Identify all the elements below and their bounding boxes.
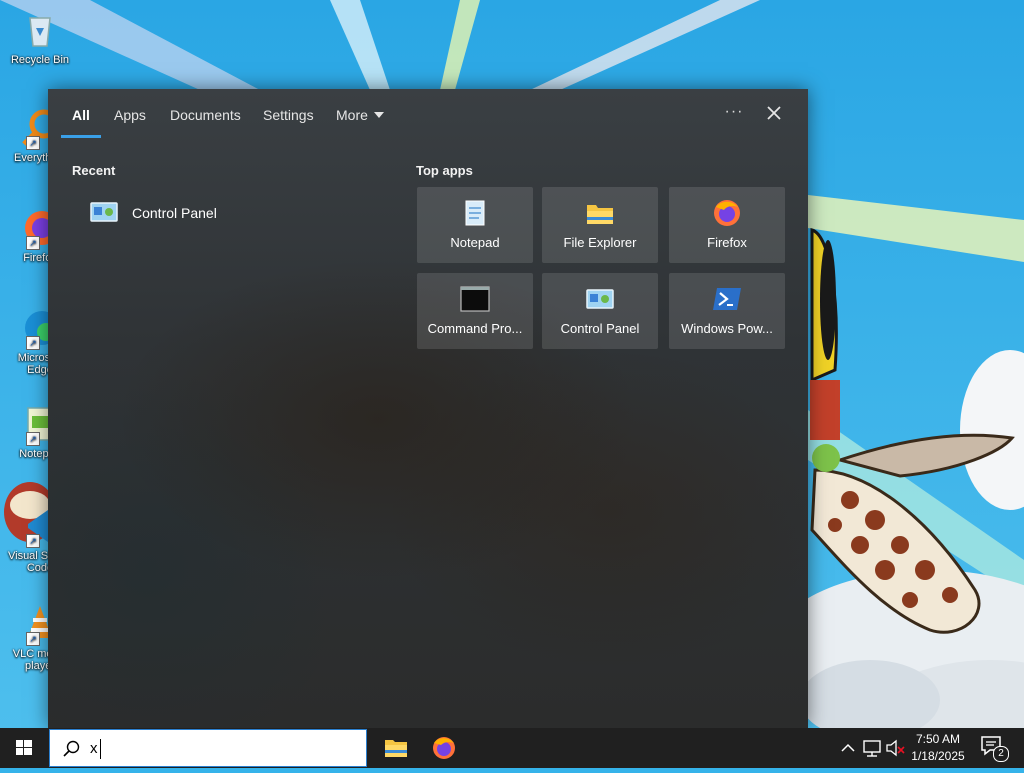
top-app-tile-notepad[interactable]: Notepad [417, 187, 533, 263]
notepad-icon [465, 200, 485, 226]
active-tab-indicator [61, 135, 101, 138]
chevron-up-icon [841, 743, 855, 752]
file-explorer-icon [587, 205, 613, 224]
more-options-button[interactable]: ··· [721, 103, 747, 125]
tile-label: Notepad [450, 235, 500, 250]
recent-item-control-panel[interactable]: Control Panel [84, 197, 384, 229]
powershell-icon [713, 288, 741, 310]
top-apps-section-title: Top apps [416, 163, 473, 178]
recent-section-title: Recent [72, 163, 116, 178]
control-panel-icon [90, 202, 118, 222]
recycle-bin-icon [20, 10, 60, 50]
firefox-icon [433, 737, 455, 759]
search-input-value: x [90, 740, 98, 757]
search-scope-tabs: All Apps Documents Settings More ··· [48, 89, 808, 139]
shortcut-arrow-icon: ↗ [26, 632, 40, 646]
start-button[interactable] [0, 728, 48, 768]
top-app-tile-control-panel[interactable]: Control Panel [542, 273, 658, 349]
tab-all[interactable]: All [72, 107, 90, 123]
network-status[interactable] [860, 728, 884, 768]
panel-backdrop [48, 89, 808, 728]
top-app-tile-file-explorer[interactable]: File Explorer [542, 187, 658, 263]
taskbar: x 7:50 AM 1/18/2025 2 [0, 728, 1024, 768]
speaker-muted-icon [886, 739, 905, 757]
chevron-down-icon [373, 112, 384, 118]
clock-time: 7:50 AM [915, 732, 961, 746]
shortcut-arrow-icon: ↗ [26, 336, 40, 350]
tab-apps[interactable]: Apps [114, 107, 146, 123]
taskbar-firefox[interactable] [420, 728, 468, 768]
command-prompt-icon [460, 286, 490, 312]
desktop-icon-label: Recycle Bin [10, 54, 70, 66]
notification-count-badge: 2 [993, 746, 1009, 762]
file-explorer-icon [385, 740, 407, 757]
firefox-icon [714, 200, 740, 226]
show-hidden-icons-button[interactable] [838, 728, 858, 768]
shortcut-arrow-icon: ↗ [26, 136, 40, 150]
tile-label: File Explorer [563, 235, 637, 250]
action-center-button[interactable]: 2 [978, 734, 1010, 762]
shortcut-arrow-icon: ↗ [26, 534, 40, 548]
shortcut-arrow-icon: ↗ [26, 236, 40, 250]
top-app-tile-firefox[interactable]: Firefox [669, 187, 785, 263]
close-icon [767, 106, 781, 120]
clock-date: 1/18/2025 [911, 749, 965, 763]
search-panel: All Apps Documents Settings More ··· Rec… [48, 89, 808, 728]
tile-label: Firefox [707, 235, 747, 250]
close-button[interactable] [762, 101, 786, 125]
top-app-tile-powershell[interactable]: Windows Pow... [669, 273, 785, 349]
text-cursor [100, 739, 101, 759]
tile-label: Windows Pow... [681, 321, 773, 336]
taskbar-search-box[interactable]: x [49, 729, 367, 767]
top-app-tile-command-prompt[interactable]: Command Pro... [417, 273, 533, 349]
windows-logo-icon [16, 740, 32, 755]
tab-documents[interactable]: Documents [170, 107, 241, 123]
network-icon [863, 740, 881, 757]
recent-item-label: Control Panel [132, 205, 217, 221]
tile-label: Control Panel [560, 321, 640, 336]
desktop-icon-recycle-bin[interactable]: Recycle Bin [4, 10, 76, 66]
taskbar-file-explorer[interactable] [372, 728, 420, 768]
tab-settings[interactable]: Settings [263, 107, 314, 123]
shortcut-arrow-icon: ↗ [26, 432, 40, 446]
tab-more[interactable]: More [336, 107, 384, 123]
clock[interactable]: 7:50 AM 1/18/2025 [905, 731, 971, 765]
search-icon [63, 740, 80, 757]
control-panel-icon [586, 289, 614, 309]
tab-more-label: More [336, 107, 368, 123]
volume-control[interactable] [884, 728, 906, 768]
tile-label: Command Pro... [427, 321, 523, 336]
